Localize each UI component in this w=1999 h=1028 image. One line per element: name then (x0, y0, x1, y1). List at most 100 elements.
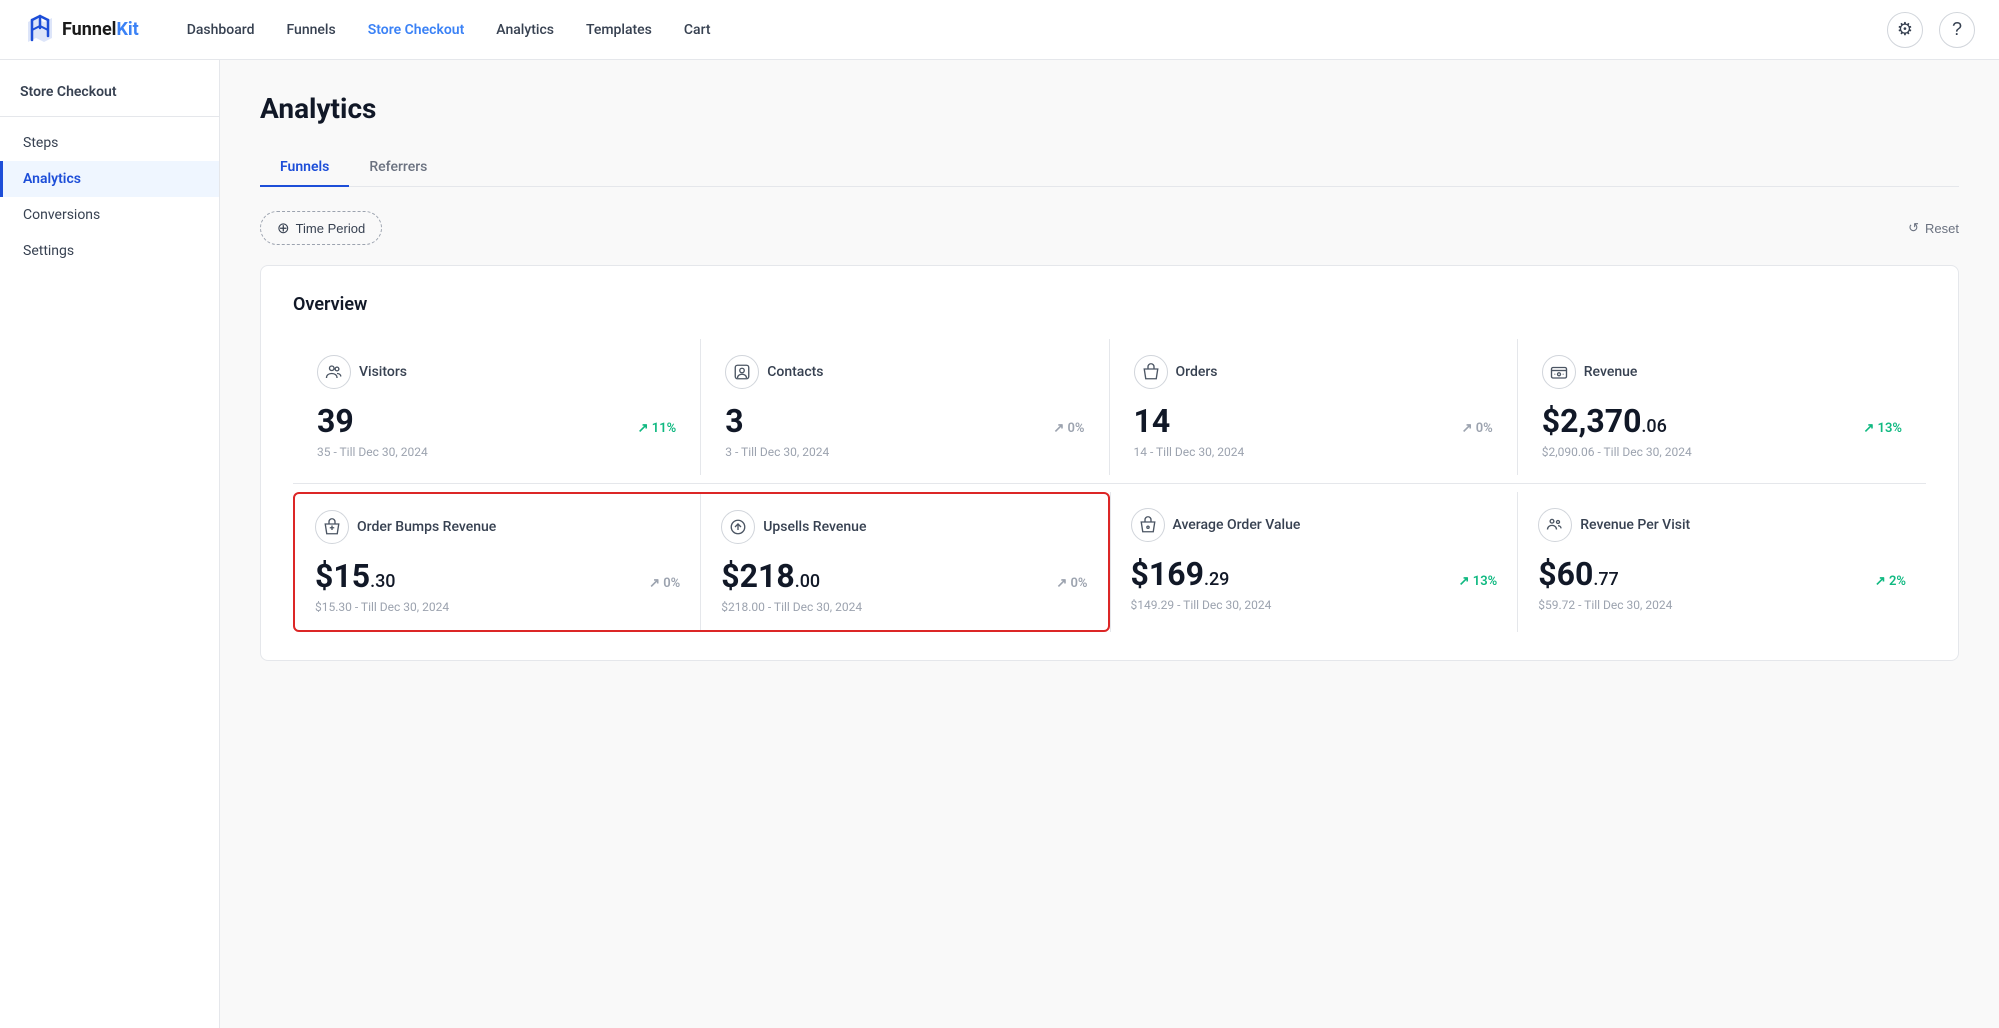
upsells-value-row: $218.00 ↗ 0% (721, 560, 1087, 592)
sidebar-item-analytics[interactable]: Analytics (0, 161, 219, 197)
orders-label: Orders (1176, 364, 1218, 380)
nav-links: Dashboard Funnels Store Checkout Analyti… (171, 0, 1887, 60)
metric-orders-header: Orders (1134, 355, 1493, 389)
sidebar-item-steps[interactable]: Steps (0, 125, 219, 161)
logo[interactable]: FunnelKit (24, 14, 139, 46)
nav-link-dashboard[interactable]: Dashboard (171, 0, 271, 60)
time-period-label: Time Period (296, 221, 366, 236)
upsells-trend: ↗ 0% (1056, 576, 1087, 591)
metric-revenue-header: Revenue (1542, 355, 1902, 389)
highlighted-metrics: Order Bumps Revenue $15.30 ↗ 0% $15.30 -… (293, 492, 1110, 632)
time-period-button[interactable]: ⊕ Time Period (260, 211, 382, 245)
sidebar-item-settings[interactable]: Settings (0, 233, 219, 269)
nav-link-templates[interactable]: Templates (570, 0, 668, 60)
contacts-subtitle: 3 - Till Dec 30, 2024 (725, 445, 1084, 459)
contacts-value: 3 (725, 405, 743, 437)
nav-link-funnels[interactable]: Funnels (271, 0, 352, 60)
plus-circle-icon: ⊕ (277, 219, 290, 237)
nav-link-cart[interactable]: Cart (668, 0, 727, 60)
contacts-trend: ↗ 0% (1053, 421, 1084, 436)
reset-button[interactable]: ↺ Reset (1908, 220, 1959, 236)
metric-visitors: Visitors 39 ↗ 11% 35 - Till Dec 30, 2024 (293, 339, 701, 475)
metric-contacts-header: Contacts (725, 355, 1084, 389)
rpv-subtitle: $59.72 - Till Dec 30, 2024 (1538, 598, 1906, 612)
main-content: Analytics Funnels Referrers ⊕ Time Perio… (220, 60, 1999, 1028)
visitors-label: Visitors (359, 364, 407, 380)
logo-text: FunnelKit (62, 19, 139, 40)
aov-icon (1131, 508, 1165, 542)
metric-order-bumps-header: Order Bumps Revenue (315, 510, 680, 544)
rpv-trend: ↗ 2% (1875, 574, 1906, 589)
rpv-label: Revenue Per Visit (1580, 517, 1690, 533)
metric-upsells: Upsells Revenue $218.00 ↗ 0% $218.00 - T… (701, 494, 1107, 630)
orders-subtitle: 14 - Till Dec 30, 2024 (1134, 445, 1493, 459)
visitors-icon (317, 355, 351, 389)
metrics-row-2-wrapper: Order Bumps Revenue $15.30 ↗ 0% $15.30 -… (293, 492, 1926, 632)
contacts-value-row: 3 ↗ 0% (725, 405, 1084, 437)
upsells-value: $218.00 (721, 560, 820, 592)
filter-bar: ⊕ Time Period ↺ Reset (260, 211, 1959, 245)
revenue-subtitle: $2,090.06 - Till Dec 30, 2024 (1542, 445, 1902, 459)
order-bumps-value: $15.30 (315, 560, 396, 592)
order-bumps-icon (315, 510, 349, 544)
revenue-value-row: $2,370.06 ↗ 13% (1542, 405, 1902, 437)
nav-right-icons: ⚙ ? (1887, 12, 1975, 48)
metric-rpv-header: Revenue Per Visit (1538, 508, 1906, 542)
orders-value: 14 (1134, 405, 1171, 437)
aov-subtitle: $149.29 - Till Dec 30, 2024 (1131, 598, 1498, 612)
app-body: Store Checkout Steps Analytics Conversio… (0, 60, 1999, 1028)
overview-title: Overview (293, 294, 1926, 315)
upsells-subtitle: $218.00 - Till Dec 30, 2024 (721, 600, 1087, 614)
metric-contacts: Contacts 3 ↗ 0% 3 - Till Dec 30, 2024 (701, 339, 1109, 475)
tab-referrers[interactable]: Referrers (349, 149, 447, 187)
revenue-value: $2,370.06 (1542, 405, 1667, 437)
top-navigation: FunnelKit Dashboard Funnels Store Checko… (0, 0, 1999, 60)
metric-orders: Orders 14 ↗ 0% 14 - Till Dec 30, 2024 (1110, 339, 1518, 475)
nav-link-analytics[interactable]: Analytics (480, 0, 570, 60)
metrics-section: Visitors 39 ↗ 11% 35 - Till Dec 30, 2024 (293, 339, 1926, 632)
visitors-value: 39 (317, 405, 354, 437)
revenue-trend: ↗ 13% (1863, 421, 1902, 436)
metric-revenue: Revenue $2,370.06 ↗ 13% $2,090.06 - Till… (1518, 339, 1926, 475)
help-icon-button[interactable]: ? (1939, 12, 1975, 48)
sidebar-item-conversions[interactable]: Conversions (0, 197, 219, 233)
tab-funnels[interactable]: Funnels (260, 149, 349, 187)
metric-visitors-header: Visitors (317, 355, 676, 389)
metrics-row-1: Visitors 39 ↗ 11% 35 - Till Dec 30, 2024 (293, 339, 1926, 475)
revenue-label: Revenue (1584, 364, 1638, 380)
visitors-value-row: 39 ↗ 11% (317, 405, 676, 437)
metric-aov-header: Average Order Value (1131, 508, 1498, 542)
rpv-icon (1538, 508, 1572, 542)
aov-trend: ↗ 13% (1459, 574, 1498, 589)
reset-label: Reset (1925, 221, 1959, 236)
settings-icon-button[interactable]: ⚙ (1887, 12, 1923, 48)
visitors-trend: ↗ 11% (638, 421, 677, 436)
metric-upsells-header: Upsells Revenue (721, 510, 1087, 544)
page-title: Analytics (260, 92, 1959, 125)
reset-icon: ↺ (1908, 220, 1919, 236)
order-bumps-trend: ↗ 0% (649, 576, 680, 591)
contacts-icon (725, 355, 759, 389)
orders-icon (1134, 355, 1168, 389)
rpv-value-row: $60.77 ↗ 2% (1538, 558, 1906, 590)
sidebar-context-title: Store Checkout (0, 84, 219, 117)
overview-card: Overview (260, 265, 1959, 661)
normal-metrics-right: Average Order Value $169.29 ↗ 13% $149.2… (1110, 492, 1927, 632)
orders-trend: ↗ 0% (1462, 421, 1493, 436)
metric-order-bumps: Order Bumps Revenue $15.30 ↗ 0% $15.30 -… (295, 494, 701, 630)
order-bumps-value-row: $15.30 ↗ 0% (315, 560, 680, 592)
contacts-label: Contacts (767, 364, 823, 380)
order-bumps-subtitle: $15.30 - Till Dec 30, 2024 (315, 600, 680, 614)
order-bumps-label: Order Bumps Revenue (357, 519, 496, 535)
aov-value-row: $169.29 ↗ 13% (1131, 558, 1498, 590)
orders-value-row: 14 ↗ 0% (1134, 405, 1493, 437)
sidebar: Store Checkout Steps Analytics Conversio… (0, 60, 220, 1028)
visitors-subtitle: 35 - Till Dec 30, 2024 (317, 445, 676, 459)
upsells-label: Upsells Revenue (763, 519, 866, 535)
metric-rpv: Revenue Per Visit $60.77 ↗ 2% $59.72 - T… (1518, 492, 1926, 632)
nav-link-store-checkout[interactable]: Store Checkout (352, 0, 481, 60)
revenue-icon (1542, 355, 1576, 389)
metric-avg-order-value: Average Order Value $169.29 ↗ 13% $149.2… (1111, 492, 1519, 632)
aov-label: Average Order Value (1173, 517, 1301, 533)
aov-value: $169.29 (1131, 558, 1230, 590)
